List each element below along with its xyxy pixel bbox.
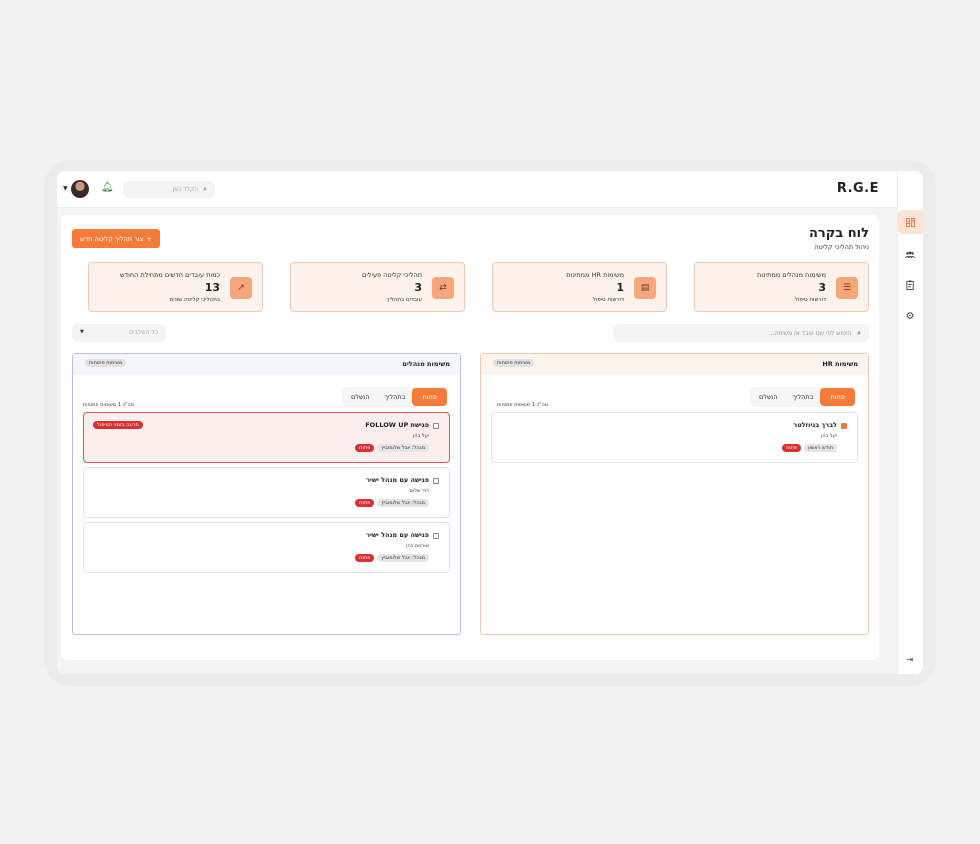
sidebar-item-settings[interactable]: ⚙ xyxy=(897,304,923,328)
tab-open[interactable]: פתוח xyxy=(412,388,447,406)
manager-tag: מנהל: יובל שלומוביץ xyxy=(377,499,429,507)
task-card[interactable]: לברך בגיוזלטר יעל כהן חודש ראשון פתוח xyxy=(491,412,858,463)
stat-value: 3 xyxy=(818,281,826,294)
task-checkbox[interactable] xyxy=(433,533,439,539)
column-header: משימות מנהלים משימות פתוחות xyxy=(73,354,460,374)
hr-tasks-column: משימות HR משימות פתוחות פתוח בתהליך הושל… xyxy=(480,353,869,635)
stage-filter-value: כל השלבים xyxy=(129,329,158,336)
tasks-count: סה"כ 1 משימות פתוחות xyxy=(82,402,134,408)
tab-open[interactable]: פתוח xyxy=(820,388,855,406)
task-person: יעל כהן xyxy=(413,433,429,439)
status-badge: פתוח xyxy=(355,499,375,507)
transfer-icon: ⇄ xyxy=(432,277,454,299)
column-badge: משימות פתוחות xyxy=(85,359,127,367)
plus-icon: + xyxy=(146,234,152,243)
bell-icon[interactable]: 🔔︎ xyxy=(101,182,114,193)
task-person: יעל כהן xyxy=(821,433,837,439)
create-onboarding-button[interactable]: + צור תהליך קליטה חדש xyxy=(72,229,160,248)
top-search-input[interactable]: ⌕ הקלד כאן xyxy=(123,181,215,198)
column-title: משימות מנהלים xyxy=(402,360,450,368)
manager-tasks-column: משימות מנהלים משימות פתוחות פתוח בתהליך … xyxy=(72,353,461,635)
task-checkbox[interactable] xyxy=(841,423,847,429)
users-icon xyxy=(905,251,915,259)
brand-logo: R.G.E xyxy=(836,181,879,196)
page-subtitle: ניהול תהליכי קליטה xyxy=(814,243,869,251)
task-title: פגישה עם מנהל ישיר xyxy=(366,476,429,484)
settings-icon: ⚙ xyxy=(905,310,915,322)
sidebar-item-dashboard[interactable] xyxy=(897,210,923,234)
task-tags: מנהל: יובל שלומוביץ פתוח xyxy=(355,444,429,452)
task-tags: מנהל: יובל שלומוביץ פתוח xyxy=(355,499,429,507)
stat-card-manager-tasks: ☰ משימות מנהלים ממתינות 3 דורשות טיפול xyxy=(694,262,869,312)
status-tabs: פתוח בתהליך הושלם xyxy=(342,387,448,407)
task-person: אורנים כהן xyxy=(406,543,429,549)
stat-value: 13 xyxy=(204,281,220,294)
tasks-icon xyxy=(905,280,914,290)
stage-filter-select[interactable]: כל השלבים ▼ xyxy=(72,324,166,342)
sidebar-item-users[interactable] xyxy=(897,243,923,267)
tab-done[interactable]: הושלם xyxy=(343,388,378,406)
task-search-placeholder: חיפוש לפי שם עובד או משימה... xyxy=(768,330,852,337)
task-title: פגישת FOLLOW UP xyxy=(365,421,429,429)
stat-label: כמות עובדים חדשים מתחילת החודש xyxy=(119,271,220,279)
tab-in-progress[interactable]: בתהליך xyxy=(378,388,413,406)
top-search-placeholder: הקלד כאן xyxy=(172,186,199,193)
task-card[interactable]: פגישה עם מנהל ישיר דוד שלום מנהל: יובל ש… xyxy=(83,467,450,518)
tag: חודש ראשון xyxy=(804,444,837,452)
tab-done[interactable]: הושלם xyxy=(751,388,786,406)
task-title: לברך בגיוזלטר xyxy=(793,421,837,429)
column-title: משימות HR xyxy=(822,360,858,368)
task-tags: מנהל: יובל שלומוביץ פתוח xyxy=(355,554,429,562)
task-checkbox[interactable] xyxy=(433,423,439,429)
overdue-badge: חריגה בזמני הטיפול xyxy=(93,421,143,429)
sidebar-item-tasks[interactable] xyxy=(897,273,923,297)
stat-value: 1 xyxy=(616,281,624,294)
status-badge: פתוח xyxy=(782,444,802,452)
task-card[interactable]: פגישה עם מנהל ישיר אורנים כהן מנהל: יובל… xyxy=(83,522,450,573)
avatar[interactable] xyxy=(71,180,89,198)
task-card[interactable]: פגישת FOLLOW UP יעל כהן מנהל: יובל שלומו… xyxy=(83,412,450,463)
task-checkbox[interactable] xyxy=(433,478,439,484)
tasks-count: סה"כ 1 משימות פתוחות xyxy=(496,402,548,408)
task-tags: חודש ראשון פתוח xyxy=(782,444,837,452)
sidebar-rail: ⚙ ⇥ xyxy=(897,171,923,674)
chevron-down-icon: ▼ xyxy=(80,329,84,335)
task-search-input[interactable]: ⌕ חיפוש לפי שם עובד או משימה... xyxy=(613,324,869,342)
stat-label: משימות HR ממתינות xyxy=(566,271,624,279)
status-badge: פתוח xyxy=(355,444,375,452)
stat-card-active-processes: ⇄ תהליכי קליטה פעילים 3 עובדים בתהליך xyxy=(290,262,465,312)
stat-sub: בתהליכי קליטה שונים xyxy=(169,297,220,303)
status-tabs: פתוח בתהליך הושלם xyxy=(750,387,856,407)
stat-card-new-employees: ↗ כמות עובדים חדשים מתחילת החודש 13 בתהל… xyxy=(88,262,263,312)
status-badge: פתוח xyxy=(355,554,375,562)
chevron-down-icon[interactable]: ▼ xyxy=(63,185,68,192)
search-icon: ⌕ xyxy=(857,329,861,337)
stat-sub: דורשות טיפול xyxy=(592,297,624,303)
stat-sub: דורשות טיפול xyxy=(794,297,826,303)
stat-value: 3 xyxy=(414,281,422,294)
tab-in-progress[interactable]: בתהליך xyxy=(786,388,821,406)
column-header: משימות HR משימות פתוחות xyxy=(481,354,868,374)
task-title: פגישה עם מנהל ישיר xyxy=(366,531,429,539)
task-person: דוד שלום xyxy=(409,488,429,494)
column-badge: משימות פתוחות xyxy=(493,359,535,367)
logout-icon[interactable]: ⇥ xyxy=(897,655,923,664)
manager-tag: מנהל: יובל שלומוביץ xyxy=(377,554,429,562)
stat-label: תהליכי קליטה פעילים xyxy=(362,271,422,279)
stat-sub: עובדים בתהליך xyxy=(386,297,422,303)
top-bar: R.G.E ▼ 🔔︎ ⌕ הקלד כאן xyxy=(57,171,897,208)
page-title: לוח בקרה xyxy=(808,226,869,241)
main-panel: לוח בקרה ניהול תהליכי קליטה + צור תהליך … xyxy=(61,215,879,660)
trending-up-icon: ↗ xyxy=(230,277,252,299)
manager-tag: מנהל: יובל שלומוביץ xyxy=(377,444,429,452)
dashboard-icon xyxy=(905,217,915,227)
stat-card-hr-tasks: ▤ משימות HR ממתינות 1 דורשות טיפול xyxy=(492,262,667,312)
create-onboarding-label: צור תהליך קליטה חדש xyxy=(80,234,144,243)
app-window: R.G.E ▼ 🔔︎ ⌕ הקלד כאן ⚙ ⇥ לוח בקרה ניהול… xyxy=(57,171,923,674)
list-icon: ☰ xyxy=(836,277,858,299)
stat-label: משימות מנהלים ממתינות xyxy=(757,271,826,279)
clipboard-icon: ▤ xyxy=(634,277,656,299)
search-icon: ⌕ xyxy=(203,185,207,193)
